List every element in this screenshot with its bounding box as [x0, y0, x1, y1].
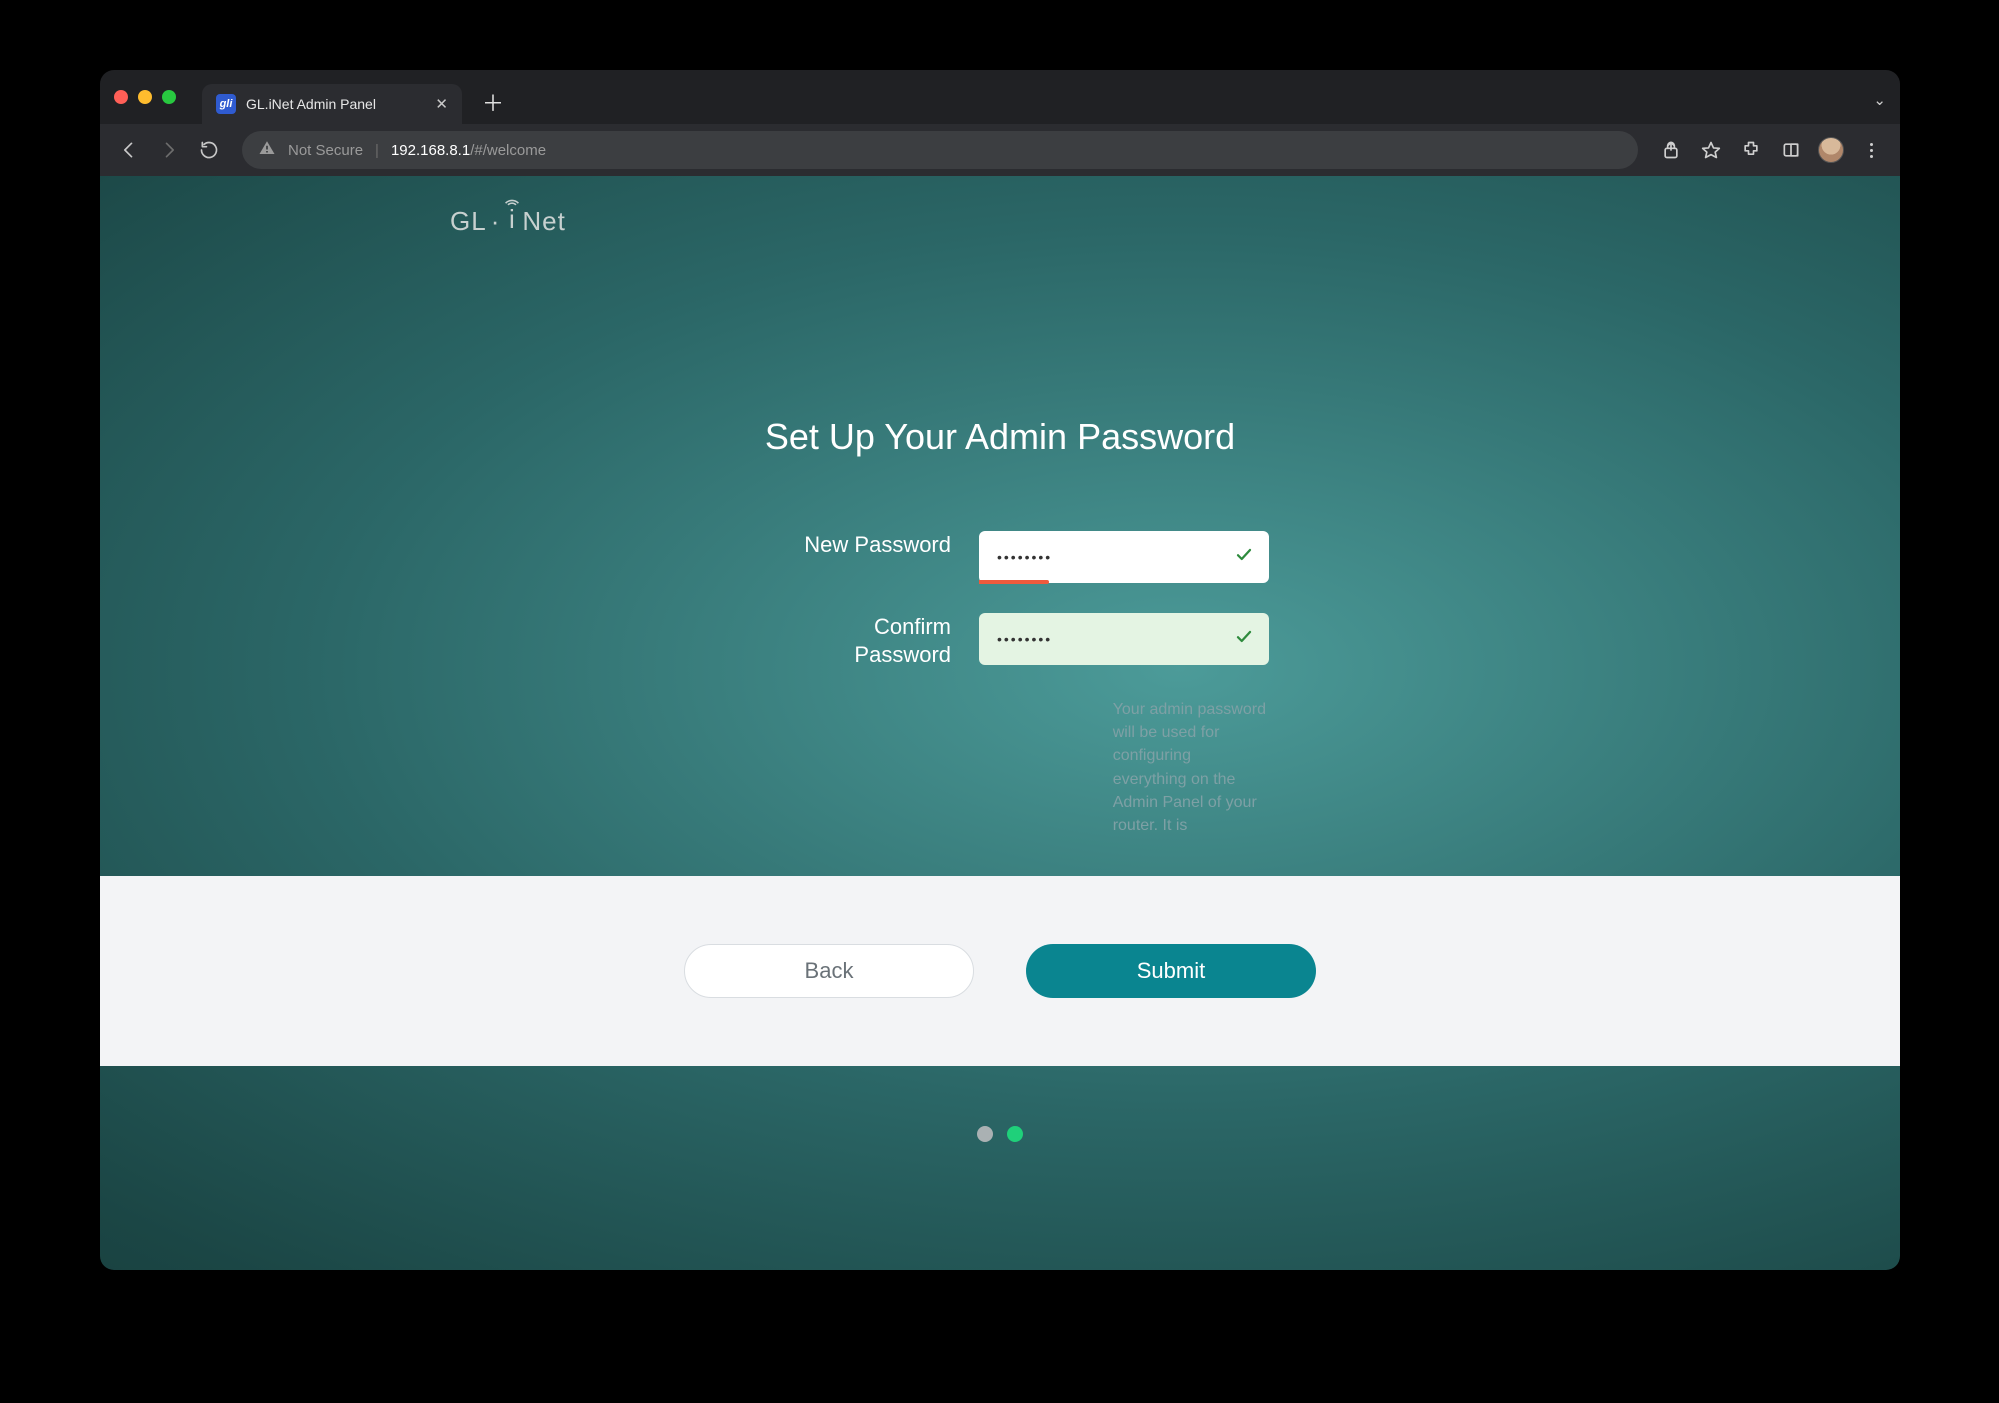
footer-bar: Back Submit: [100, 876, 1900, 1066]
password-form: New Password Confirm Password Your admin…: [100, 531, 1900, 837]
submit-button[interactable]: Submit: [1026, 944, 1316, 998]
logo-dot: ·: [491, 206, 501, 237]
nav-reload-button[interactable]: [194, 135, 224, 165]
brand-logo: GL · i Net: [450, 206, 566, 237]
tab-strip: gli GL.iNet Admin Panel ✕ ＋ ⌄: [100, 70, 1900, 124]
window-close-icon[interactable]: [114, 90, 128, 104]
pager-dot-2[interactable]: [1007, 1126, 1023, 1142]
confirm-password-label: Confirm Password: [731, 613, 951, 668]
nav-back-button[interactable]: [114, 135, 144, 165]
url-host: 192.168.8.1: [391, 142, 470, 159]
url-separator: |: [375, 142, 379, 159]
url-path: /#/welcome: [470, 142, 546, 159]
confirm-password-field-wrap: [979, 613, 1269, 665]
browser-tab[interactable]: gli GL.iNet Admin Panel ✕: [202, 84, 462, 124]
confirm-password-input[interactable]: [979, 613, 1269, 665]
browser-window: gli GL.iNet Admin Panel ✕ ＋ ⌄ Not Secure…: [100, 70, 1900, 1270]
bookmark-star-button[interactable]: [1696, 135, 1726, 165]
logo-i: i: [509, 204, 516, 235]
browser-toolbar: Not Secure | 192.168.8.1/#/welcome: [100, 124, 1900, 176]
password-strength-bar: [979, 580, 1049, 584]
new-password-input[interactable]: [979, 531, 1269, 583]
tab-close-icon[interactable]: ✕: [435, 97, 448, 112]
step-pager: [100, 1126, 1900, 1142]
tabs-overflow-icon[interactable]: ⌄: [1873, 91, 1886, 109]
insecure-warning-icon: [258, 139, 276, 161]
logo-net: Net: [522, 206, 565, 237]
row-confirm-password: Confirm Password: [731, 613, 1269, 668]
window-minimize-icon[interactable]: [138, 90, 152, 104]
tab-favicon-icon: gli: [216, 94, 236, 114]
check-icon: [1235, 546, 1253, 569]
new-tab-button[interactable]: ＋: [482, 86, 504, 118]
password-hint-text: Your admin password will be used for con…: [1113, 698, 1269, 837]
hint-row: Your admin password will be used for con…: [731, 698, 1269, 837]
logo-part1: GL: [450, 206, 487, 237]
extensions-button[interactable]: [1736, 135, 1766, 165]
side-panel-button[interactable]: [1776, 135, 1806, 165]
new-password-label: New Password: [731, 531, 951, 559]
tab-title: GL.iNet Admin Panel: [246, 96, 376, 112]
pager-dot-1[interactable]: [977, 1126, 993, 1142]
row-new-password: New Password: [731, 531, 1269, 583]
new-password-field-wrap: [979, 531, 1269, 583]
window-maximize-icon[interactable]: [162, 90, 176, 104]
page-title: Set Up Your Admin Password: [100, 416, 1900, 458]
security-label: Not Secure: [288, 142, 363, 159]
chrome-menu-button[interactable]: [1856, 135, 1886, 165]
check-icon: [1235, 628, 1253, 651]
nav-forward-button: [154, 135, 184, 165]
profile-avatar[interactable]: [1816, 135, 1846, 165]
traffic-lights: [114, 90, 176, 104]
page-viewport: GL · i Net Set Up Your Admin Password Ne…: [100, 176, 1900, 1270]
share-button[interactable]: [1656, 135, 1686, 165]
back-button[interactable]: Back: [684, 944, 974, 998]
wifi-icon: i: [504, 194, 520, 235]
url-bar[interactable]: Not Secure | 192.168.8.1/#/welcome: [242, 131, 1638, 169]
